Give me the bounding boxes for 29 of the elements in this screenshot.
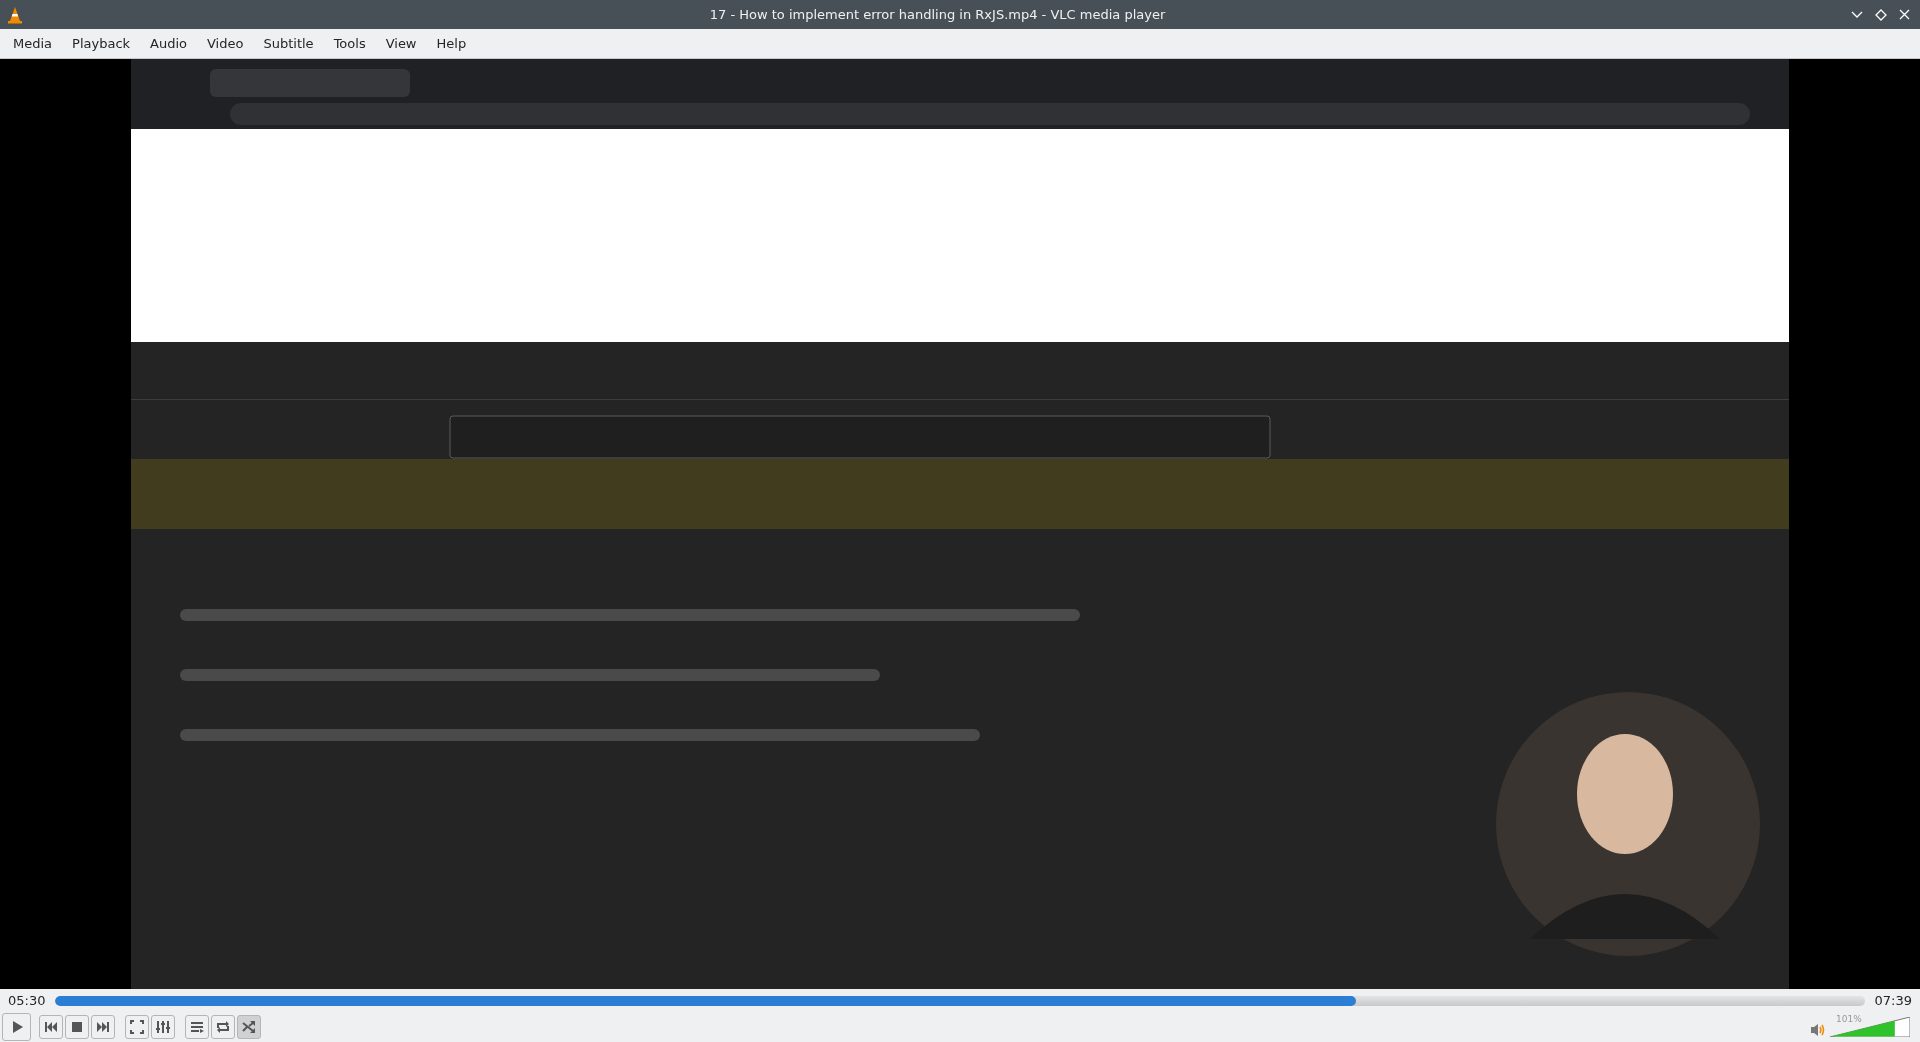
close-icon[interactable] [1899, 9, 1910, 20]
elapsed-time: 05:30 [8, 991, 46, 1010]
shuffle-icon [240, 1018, 258, 1036]
play-button[interactable] [2, 1013, 31, 1041]
menu-item[interactable]: Help [426, 31, 477, 56]
maximize-icon[interactable] [1875, 8, 1887, 21]
fullscreen-icon [128, 1018, 146, 1036]
playlist-button[interactable] [185, 1015, 209, 1039]
menu-item[interactable]: Tools [323, 31, 376, 56]
menu-item[interactable]: Video [197, 31, 254, 56]
window-title: 17 - How to implement error handling in RxJS.mp4 - VLC media player [708, 5, 1167, 24]
shuffle-button[interactable] [237, 1015, 261, 1039]
equalizer-button[interactable] [151, 1015, 175, 1039]
speaker-icon[interactable] [1810, 1023, 1826, 1037]
next-button[interactable] [91, 1015, 115, 1039]
previous-button[interactable] [39, 1015, 63, 1039]
loop-button[interactable] [211, 1015, 235, 1039]
menu-item[interactable]: Media [3, 31, 63, 56]
seek-bar[interactable] [55, 995, 1865, 1006]
menu-item[interactable]: Subtitle [253, 31, 324, 56]
cone-icon [6, 5, 24, 24]
fullscreen-button[interactable] [125, 1015, 149, 1039]
stop-button[interactable] [65, 1015, 89, 1039]
menu-item[interactable]: View [375, 31, 427, 56]
menu-item[interactable]: Playback [62, 31, 141, 56]
total-time: 07:39 [1874, 991, 1912, 1010]
minimize-icon[interactable] [1851, 10, 1863, 19]
menu-item[interactable]: Audio [140, 31, 197, 56]
equalizer-icon [154, 1018, 172, 1036]
